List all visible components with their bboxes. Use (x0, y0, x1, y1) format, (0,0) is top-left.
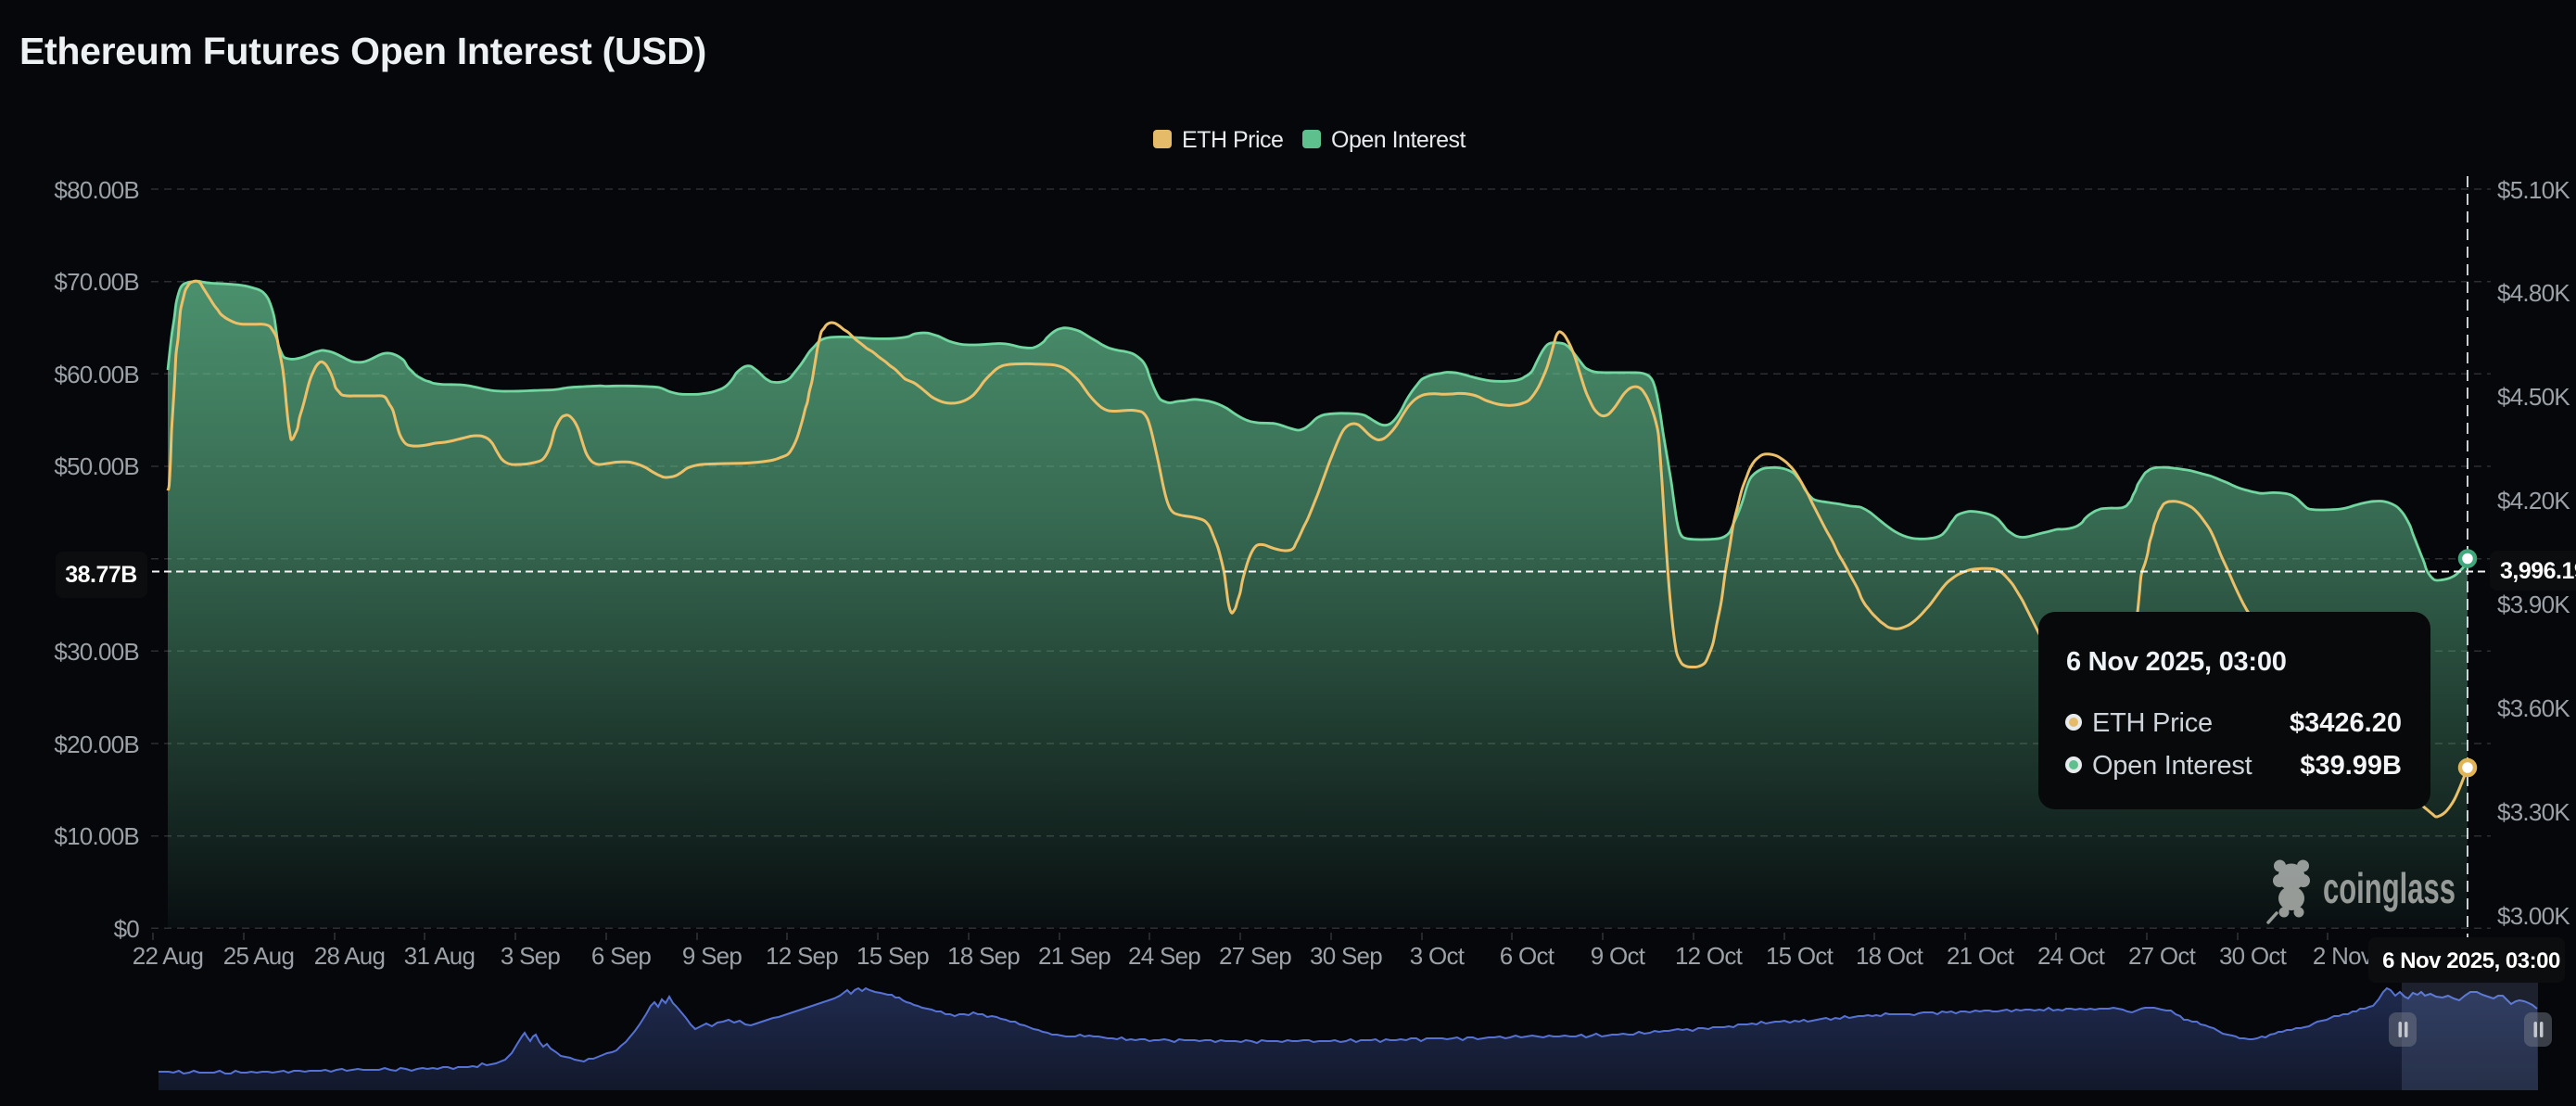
svg-text:$20.00B: $20.00B (54, 731, 139, 758)
svg-text:18 Oct: 18 Oct (1856, 942, 1924, 970)
svg-text:25 Aug: 25 Aug (223, 942, 294, 970)
svg-text:Ethereum Futures Open Interest: Ethereum Futures Open Interest (USD) (19, 30, 706, 72)
svg-text:21 Sep: 21 Sep (1038, 942, 1110, 970)
svg-text:$4.20K: $4.20K (2497, 487, 2570, 515)
svg-text:30 Oct: 30 Oct (2219, 942, 2288, 970)
svg-text:$10.00B: $10.00B (54, 822, 139, 850)
svg-text:21 Oct: 21 Oct (1947, 942, 2015, 970)
svg-text:9 Sep: 9 Sep (682, 942, 742, 970)
svg-text:ETH Price: ETH Price (1182, 127, 1283, 153)
svg-text:24 Oct: 24 Oct (2037, 942, 2106, 970)
svg-text:22 Aug: 22 Aug (133, 942, 203, 970)
svg-text:coinglass: coinglass (2323, 864, 2455, 912)
svg-text:$80.00B: $80.00B (54, 176, 139, 204)
svg-text:12 Sep: 12 Sep (766, 942, 838, 970)
svg-text:$4.50K: $4.50K (2497, 383, 2570, 411)
svg-text:Open Interest: Open Interest (2092, 751, 2252, 781)
svg-text:6 Oct: 6 Oct (1500, 942, 1555, 970)
svg-text:$3.30K: $3.30K (2497, 798, 2570, 826)
svg-text:15 Sep: 15 Sep (857, 942, 929, 970)
svg-text:9 Oct: 9 Oct (1591, 942, 1646, 970)
svg-text:3 Sep: 3 Sep (501, 942, 560, 970)
svg-text:30 Sep: 30 Sep (1310, 942, 1382, 970)
svg-text:$30.00B: $30.00B (54, 638, 139, 666)
svg-text:$3426.20: $3426.20 (2290, 708, 2402, 738)
svg-text:6 Nov 2025, 03:00: 6 Nov 2025, 03:00 (2066, 647, 2287, 677)
svg-text:28 Aug: 28 Aug (314, 942, 385, 970)
svg-text:$3.90K: $3.90K (2497, 591, 2570, 618)
svg-text:$60.00B: $60.00B (54, 361, 139, 388)
svg-text:$0: $0 (114, 915, 140, 943)
svg-text:12 Oct: 12 Oct (1675, 942, 1744, 970)
svg-text:24 Sep: 24 Sep (1128, 942, 1200, 970)
svg-text:6 Sep: 6 Sep (591, 942, 651, 970)
svg-text:18 Sep: 18 Sep (947, 942, 1020, 970)
svg-text:$4.80K: $4.80K (2497, 279, 2570, 307)
svg-text:$39.99B: $39.99B (2300, 751, 2402, 781)
svg-text:$3.60K: $3.60K (2497, 694, 2570, 722)
svg-text:$70.00B: $70.00B (54, 268, 139, 296)
svg-text:$3.00K: $3.00K (2497, 902, 2570, 930)
svg-text:27 Sep: 27 Sep (1219, 942, 1291, 970)
svg-text:6 Nov 2025, 03:00: 6 Nov 2025, 03:00 (2382, 948, 2560, 973)
svg-text:$50.00B: $50.00B (54, 452, 139, 480)
svg-text:38.77B: 38.77B (65, 562, 137, 588)
svg-text:15 Oct: 15 Oct (1766, 942, 1834, 970)
svg-text:$5.10K: $5.10K (2497, 176, 2570, 204)
svg-text:3,996.19: 3,996.19 (2500, 558, 2576, 584)
svg-text:27 Oct: 27 Oct (2128, 942, 2197, 970)
svg-text:2 Nov: 2 Nov (2313, 942, 2373, 970)
svg-text:Open Interest: Open Interest (1331, 127, 1466, 153)
svg-text:3 Oct: 3 Oct (1410, 942, 1466, 970)
svg-text:31 Aug: 31 Aug (404, 942, 475, 970)
svg-text:ETH Price: ETH Price (2092, 708, 2213, 738)
